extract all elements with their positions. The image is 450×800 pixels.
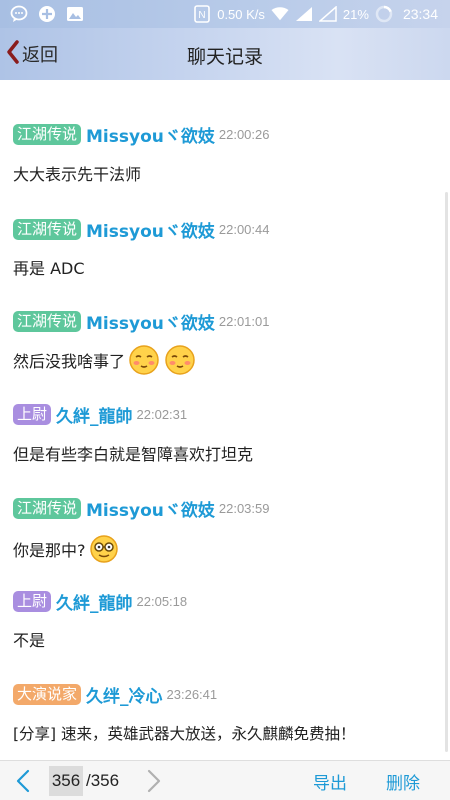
export-button[interactable]: 导出 [313, 769, 347, 794]
message-text[interactable]: [分享] 速来，英雄武器大放送，永久麒麟免费抽！ [13, 721, 356, 745]
message-text[interactable]: 但是有些李白就是智障喜欢打坦克 [13, 441, 253, 465]
chevron-right-icon [147, 769, 161, 793]
rank-badge: 上尉 [13, 590, 52, 612]
message-time: 22:00:44 [218, 221, 270, 237]
image-notification-icon [66, 5, 84, 23]
sender-name[interactable]: Missyouヾ欲妓 [86, 122, 215, 147]
scrollbar[interactable] [445, 192, 448, 752]
sender-name[interactable]: 久絆_龍帥 [56, 589, 133, 614]
battery-percentage: 21% [342, 6, 369, 22]
status-bar: N 0.50 K/s 21% 23:34 [0, 0, 450, 28]
rank-badge: 江湖传说 [13, 218, 82, 240]
blush-emoji-icon [163, 343, 197, 377]
add-circle-icon [38, 5, 56, 23]
message-time: 22:00:26 [218, 126, 270, 142]
nfc-icon: N [193, 5, 211, 23]
glasses-emoji-icon [88, 533, 120, 565]
signal-icon [295, 5, 313, 23]
message-text[interactable]: 再是 ADC [13, 255, 85, 279]
sender-name[interactable]: 久絆_龍帥 [56, 402, 133, 427]
rank-badge: 上尉 [13, 403, 52, 425]
signal-icon-2 [318, 5, 337, 23]
sender-name[interactable]: 久绊_冷心 [86, 682, 163, 707]
message-header: 江湖传说 Missyouヾ欲妓 22:01:01 [13, 309, 270, 334]
svg-text:N: N [199, 10, 206, 21]
pagination-bar: 356 /356 导出 删除 [0, 760, 450, 800]
message-time: 22:01:01 [218, 313, 270, 329]
rank-badge: 大演说家 [13, 683, 82, 705]
sender-name[interactable]: Missyouヾ欲妓 [86, 309, 215, 334]
rank-badge: 江湖传说 [13, 497, 82, 519]
sender-name[interactable]: Missyouヾ欲妓 [86, 496, 215, 521]
message-time: 22:02:31 [136, 406, 188, 422]
message-time: 22:03:59 [218, 500, 270, 516]
wifi-icon [271, 5, 289, 23]
total-pages: /356 [86, 771, 120, 790]
title-bar: 返回 聊天记录 [0, 28, 450, 80]
message-header: 江湖传说 Missyouヾ欲妓 22:00:44 [13, 217, 270, 242]
previous-page-button[interactable] [14, 769, 34, 793]
chevron-left-icon [16, 769, 30, 793]
rank-badge: 江湖传说 [13, 123, 82, 145]
message-header: 江湖传说 Missyouヾ欲妓 22:03:59 [13, 496, 270, 521]
message-time: 23:26:41 [166, 686, 218, 702]
message-time: 22:05:18 [136, 593, 188, 609]
sender-name[interactable]: Missyouヾ欲妓 [86, 217, 215, 242]
page-title: 聊天记录 [186, 46, 263, 68]
battery-ring-icon [375, 5, 393, 23]
next-page-button[interactable] [143, 769, 163, 793]
message-text[interactable]: 然后没我啥事了 [13, 342, 197, 378]
blush-emoji-icon [127, 343, 161, 377]
message-text[interactable]: 大大表示先干法师 [13, 161, 141, 185]
network-speed: 0.50 K/s [217, 6, 265, 22]
message-header: 江湖传说 Missyouヾ欲妓 22:00:26 [13, 122, 270, 147]
chat-history[interactable]: 江湖传说 Missyouヾ欲妓 22:00:26 大大表示先干法师 江湖传说 M… [0, 80, 450, 760]
message-text[interactable]: 你是那中? [13, 532, 120, 566]
message-header: 大演说家 久绊_冷心 23:26:41 [13, 682, 218, 707]
rank-badge: 江湖传说 [13, 310, 82, 332]
message-header: 上尉 久絆_龍帥 22:02:31 [13, 402, 188, 427]
message-header: 上尉 久絆_龍帥 22:05:18 [13, 589, 188, 614]
clock: 23:34 [402, 6, 438, 22]
delete-button[interactable]: 删除 [386, 769, 420, 794]
current-page-input[interactable]: 356 [49, 766, 83, 796]
message-text[interactable]: 不是 [13, 627, 45, 651]
message-notification-icon [10, 5, 28, 23]
